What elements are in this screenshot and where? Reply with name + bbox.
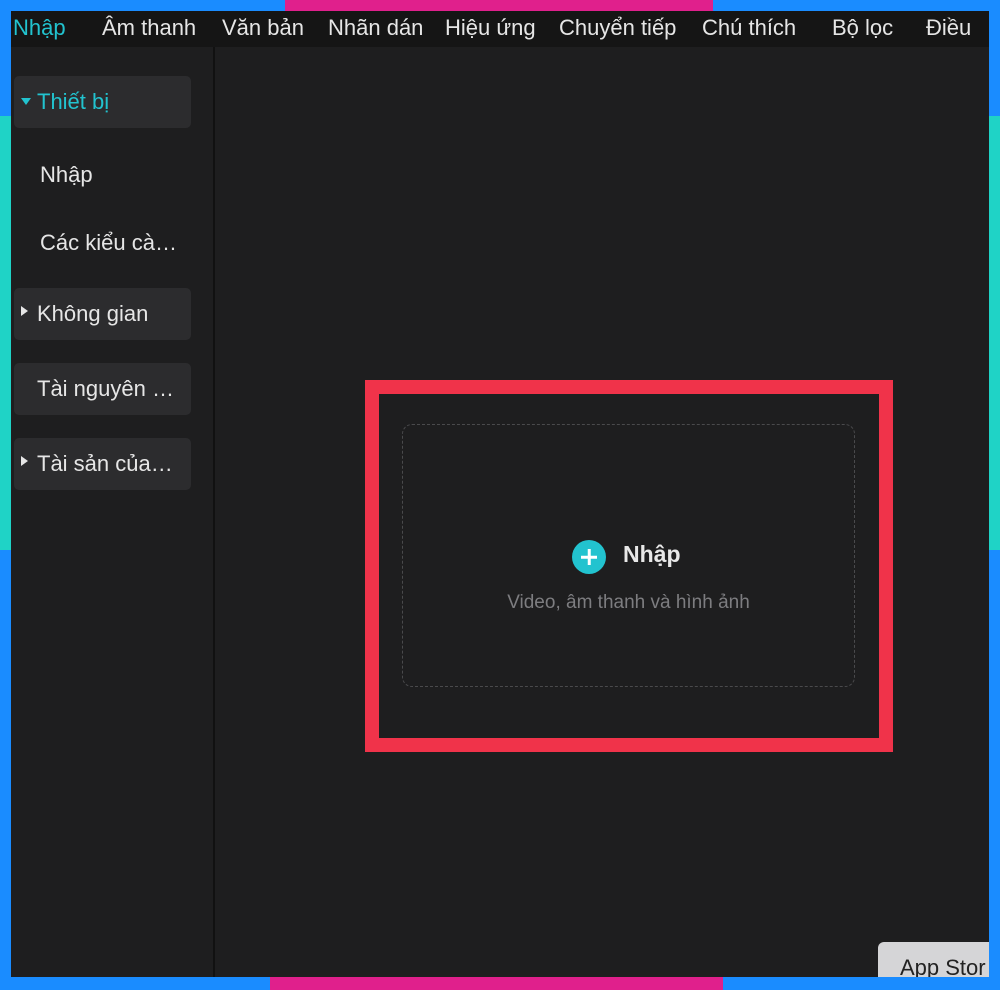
app-window: Nhập Âm thanh Văn bản Nhãn dán Hiệu ứng … bbox=[11, 11, 989, 977]
tab-captions[interactable]: Chú thích bbox=[702, 15, 796, 41]
sidebar-group-label: Thiết bị bbox=[37, 89, 110, 114]
tab-effects[interactable]: Hiệu ứng bbox=[445, 15, 536, 41]
frame-accent-right bbox=[989, 116, 1000, 550]
sidebar-group-space[interactable]: Không gian bbox=[14, 288, 191, 340]
app-store-button[interactable]: App Stor bbox=[878, 942, 989, 977]
top-nav: Nhập Âm thanh Văn bản Nhãn dán Hiệu ứng … bbox=[11, 11, 989, 47]
tab-transitions[interactable]: Chuyển tiếp bbox=[559, 15, 676, 41]
chevron-down-icon bbox=[21, 98, 31, 105]
sidebar-group-resources[interactable]: Tài nguyên … bbox=[14, 363, 191, 415]
chevron-right-icon bbox=[21, 306, 28, 316]
sidebar-group-device[interactable]: Thiết bị bbox=[14, 76, 191, 128]
sidebar-group-my-assets[interactable]: Tài sản của… bbox=[14, 438, 191, 490]
frame-accent-top bbox=[285, 0, 713, 11]
tab-filters[interactable]: Bộ lọc bbox=[832, 15, 893, 41]
tab-text[interactable]: Văn bản bbox=[222, 15, 304, 41]
frame-accent-bottom bbox=[270, 977, 723, 990]
sidebar-item-import[interactable]: Nhập bbox=[40, 162, 93, 188]
tab-audio[interactable]: Âm thanh bbox=[102, 15, 196, 41]
frame-accent-left bbox=[0, 116, 11, 550]
sidebar-item-styles[interactable]: Các kiểu cà… bbox=[40, 230, 177, 256]
sidebar: Thiết bị Nhập Các kiểu cà… Không gian Tà… bbox=[11, 47, 215, 977]
tab-adjust[interactable]: Điều bbox=[926, 15, 971, 41]
chevron-right-icon bbox=[21, 456, 28, 466]
dropzone-title: Nhập bbox=[623, 541, 681, 567]
tab-import[interactable]: Nhập bbox=[13, 15, 66, 41]
plus-icon[interactable] bbox=[572, 540, 606, 574]
sidebar-group-label: Tài sản của… bbox=[37, 451, 173, 476]
sidebar-group-label: Tài nguyên … bbox=[37, 376, 174, 401]
sidebar-group-label: Không gian bbox=[37, 301, 149, 326]
tab-stickers[interactable]: Nhãn dán bbox=[328, 15, 423, 41]
dropzone-subtitle: Video, âm thanh và hình ảnh bbox=[507, 592, 750, 613]
import-dropzone[interactable]: Nhập Video, âm thanh và hình ảnh bbox=[402, 424, 855, 687]
